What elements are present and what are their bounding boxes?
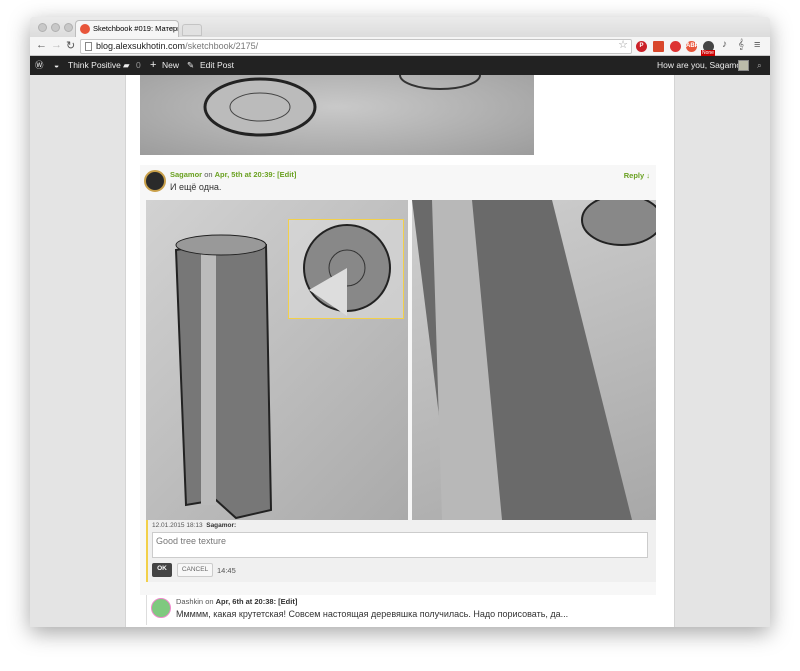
close-window-button[interactable]	[38, 23, 47, 32]
comments-count[interactable]: 0	[136, 56, 141, 75]
reply-link[interactable]: Reply ↓	[624, 171, 650, 180]
annotation-meta: 12.01.2015 18:13 Sagamor:	[152, 522, 236, 529]
log-closeup-drawing	[412, 194, 663, 520]
edit-link[interactable]: : [Edit]	[273, 170, 297, 179]
meta-on: on	[203, 597, 216, 606]
avatar	[144, 170, 166, 192]
dashboard-icon: ◒	[54, 60, 60, 70]
comment-text: Ммммм, какая крутетская! Совсем настояща…	[176, 609, 569, 619]
ext-icon[interactable]: ♪	[722, 39, 727, 50]
sketch-image-right	[412, 194, 663, 520]
left-margin	[30, 75, 125, 627]
ok-button[interactable]: OK	[152, 563, 172, 577]
wordpress-logo-icon[interactable]: Ⓦ	[35, 56, 44, 75]
back-icon[interactable]: ←	[36, 39, 47, 51]
post-content: Sagamor on Apr, 5th at 20:39: [Edit] Rep…	[125, 60, 675, 627]
annotation-time: 14:45	[217, 566, 236, 575]
annotation-author: Sagamor:	[206, 522, 237, 529]
new-link[interactable]: New	[162, 56, 179, 75]
ext-clef-icon[interactable]: 𝄞	[738, 39, 744, 50]
bookmark-star-icon[interactable]: ☆	[618, 39, 628, 52]
annotation-highlight-box[interactable]	[288, 219, 404, 319]
site-name-link[interactable]: Think Positive	[68, 56, 121, 75]
annotation-form: 12.01.2015 18:13 Sagamor: Good tree text…	[146, 520, 656, 582]
annotation-input[interactable]: Good tree texture	[152, 532, 648, 558]
sketch-image-top	[140, 60, 534, 155]
edit-link[interactable]: : [Edit]	[274, 597, 298, 606]
address-bar[interactable]: blog.alexsukhotin.com/sketchbook/2175/ ☆	[80, 39, 632, 54]
search-icon[interactable]: ⌕	[757, 56, 762, 75]
user-avatar[interactable]	[738, 60, 749, 71]
menu-icon[interactable]: ≡	[754, 39, 760, 51]
title-bar: Sketchbook #019: Матери... ×	[30, 17, 770, 37]
page-icon	[85, 42, 92, 51]
wp-admin-bar: Ⓦ ◒ Think Positive ▰ 0 + New ✎ Edit Post…	[30, 56, 770, 75]
right-margin	[675, 75, 770, 627]
date-link[interactable]: Apr, 6th at 20:38	[216, 597, 274, 606]
browser-window: Sketchbook #019: Матери... × ← → ↻ blog.a…	[30, 17, 770, 627]
close-tab-icon[interactable]: ×	[170, 21, 174, 37]
comment-meta: Dashkin on Apr, 6th at 20:38: [Edit]	[176, 597, 297, 606]
comments-icon[interactable]: ▰	[123, 56, 130, 75]
stump-drawing	[203, 60, 481, 137]
url-host: blog.alexsukhotin.com	[96, 41, 186, 51]
minimize-window-button[interactable]	[51, 23, 60, 32]
comment-text: И ещё одна.	[170, 182, 222, 192]
comment-dashkin: Dashkin on Apr, 6th at 20:38: [Edit] Ммм…	[146, 595, 656, 625]
cancel-button[interactable]: CANCEL	[177, 563, 213, 577]
author-link[interactable]: Sagamor	[170, 170, 202, 179]
comment-sagamor: Sagamor on Apr, 5th at 20:39: [Edit] Rep…	[140, 165, 663, 595]
favicon-icon	[80, 24, 90, 34]
comment-meta: Sagamor on Apr, 5th at 20:39: [Edit]	[170, 170, 296, 179]
new-tab-button[interactable]	[182, 24, 202, 36]
user-greeting[interactable]: How are you, Sagamor?	[657, 56, 749, 75]
browser-toolbar: ← → ↻ blog.alexsukhotin.com/sketchbook/2…	[30, 37, 770, 56]
pencil-icon: ✎	[187, 60, 195, 70]
meta-on: on	[202, 170, 215, 179]
reload-icon[interactable]: ↻	[66, 39, 75, 52]
author-link[interactable]: Dashkin	[176, 597, 203, 606]
tab-title: Sketchbook #019: Матери...	[93, 24, 179, 33]
forward-icon[interactable]: →	[51, 39, 62, 51]
plus-icon: +	[150, 59, 157, 71]
zoom-window-button[interactable]	[64, 23, 73, 32]
browser-tab[interactable]: Sketchbook #019: Матери... ×	[75, 20, 179, 37]
stop-ext-icon[interactable]	[670, 41, 681, 52]
sketch-image-left	[146, 200, 408, 520]
avatar	[151, 598, 171, 618]
url-path: /sketchbook/2175/	[185, 41, 259, 51]
edit-post-link[interactable]: Edit Post	[200, 56, 234, 75]
pinterest-icon[interactable]: P	[636, 41, 647, 52]
date-link[interactable]: Apr, 5th at 20:39	[215, 170, 273, 179]
annotation-timestamp: 12.01.2015 18:13	[152, 522, 203, 529]
adblock-icon[interactable]: ABP	[686, 41, 699, 52]
bookmark-ext-icon[interactable]	[653, 41, 664, 52]
